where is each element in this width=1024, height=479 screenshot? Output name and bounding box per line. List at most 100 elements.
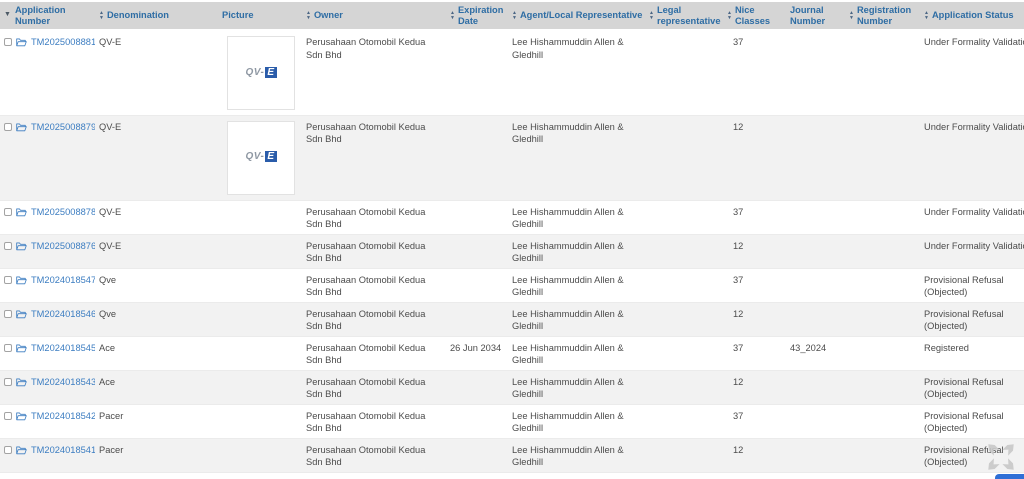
folder-open-icon[interactable]: [16, 309, 27, 319]
nice-classes-cell: 37: [723, 404, 778, 438]
denomination-cell: Pacer: [95, 404, 218, 438]
column-header-nice_classes[interactable]: Nice Classes: [723, 2, 778, 30]
sort-icon[interactable]: [649, 11, 654, 20]
application-number-cell: TM2025008878: [0, 200, 95, 234]
application-number-link[interactable]: TM2025008881: [31, 36, 95, 49]
registration-number-cell: [845, 30, 920, 115]
application-status-cell: Registered: [920, 336, 1024, 370]
journal-number-cell: [778, 370, 845, 404]
denomination-cell: QV-E: [95, 30, 218, 115]
sort-icon[interactable]: [450, 11, 455, 20]
sort-icon[interactable]: [99, 11, 104, 20]
row-checkbox[interactable]: [4, 38, 12, 46]
row-checkbox[interactable]: [4, 208, 12, 216]
application-number-link[interactable]: TM2025008876: [31, 240, 95, 253]
table-header: Application Number Denomination Picture …: [0, 2, 1024, 30]
picture-cell: [218, 438, 302, 472]
owner-cell: Perusahaan Otomobil Kedua Sdn Bhd: [302, 115, 446, 200]
denomination-cell: Qve: [95, 268, 218, 302]
folder-open-icon[interactable]: [16, 343, 27, 353]
sort-icon[interactable]: [727, 11, 732, 20]
journal-number-cell: [778, 234, 845, 268]
trademark-logo-text: QV-E: [245, 151, 276, 164]
column-header-application_number[interactable]: Application Number: [0, 2, 95, 30]
row-checkbox[interactable]: [4, 446, 12, 454]
sort-icon[interactable]: [924, 11, 929, 20]
journal-number-cell: [778, 268, 845, 302]
folder-open-icon[interactable]: [16, 37, 27, 47]
journal-number-cell: [778, 115, 845, 200]
agent-cell: Lee Hishammuddin Allen & Gledhill: [508, 438, 645, 472]
application-number-link[interactable]: TM2024018541: [31, 444, 95, 457]
application-status-cell: Under Formality Validation: [920, 115, 1024, 200]
table-row: TM2024018546 Qve Perusahaan Otomobil Ked…: [0, 302, 1024, 336]
application-number-cell: TM2024018547: [0, 268, 95, 302]
nice-classes-cell: 12: [723, 302, 778, 336]
application-number-link[interactable]: TM2025008879: [31, 121, 95, 134]
column-header-label: Agent/Local Representative: [520, 10, 642, 21]
row-checkbox[interactable]: [4, 310, 12, 318]
column-header-application_status[interactable]: Application Status: [920, 2, 1024, 30]
expiration-date-cell: [446, 404, 508, 438]
row-checkbox[interactable]: [4, 378, 12, 386]
registration-number-cell: [845, 370, 920, 404]
row-checkbox[interactable]: [4, 123, 12, 131]
application-number-link[interactable]: TM2024018546: [31, 308, 95, 321]
folder-open-icon[interactable]: [16, 241, 27, 251]
agent-cell: Lee Hishammuddin Allen & Gledhill: [508, 115, 645, 200]
denomination-cell: Qve: [95, 302, 218, 336]
application-number-link[interactable]: TM2024018547: [31, 274, 95, 287]
sort-icon[interactable]: [849, 11, 854, 20]
column-header-label: Expiration Date: [458, 5, 503, 27]
application-number-link[interactable]: TM2024018545: [31, 342, 95, 355]
application-number-cell: TM2024018545: [0, 336, 95, 370]
legal-representative-cell: [645, 200, 723, 234]
row-checkbox[interactable]: [4, 242, 12, 250]
folder-open-icon[interactable]: [16, 275, 27, 285]
legal-representative-cell: [645, 404, 723, 438]
column-header-registration_number[interactable]: Registration Number: [845, 2, 920, 30]
registration-number-cell: [845, 438, 920, 472]
column-header-agent[interactable]: Agent/Local Representative: [508, 2, 645, 30]
sort-icon[interactable]: [306, 11, 311, 20]
registration-number-cell: [845, 200, 920, 234]
application-number-link[interactable]: TM2024018542: [31, 410, 95, 423]
column-header-journal_number[interactable]: Journal Number: [778, 2, 845, 30]
picture-cell: QV-E: [218, 115, 302, 200]
trademark-image[interactable]: QV-E: [227, 121, 295, 195]
folder-open-icon[interactable]: [16, 122, 27, 132]
sort-icon[interactable]: [4, 13, 11, 18]
application-number-cell: TM2024018542: [0, 404, 95, 438]
expiration-date-cell: [446, 302, 508, 336]
table-row: TM2025008881 QV-E QV-E Perusahaan Otomob…: [0, 30, 1024, 115]
owner-cell: Perusahaan Otomobil Kedua Sdn Bhd: [302, 438, 446, 472]
denomination-cell: QV-E: [95, 200, 218, 234]
column-header-denomination[interactable]: Denomination: [95, 2, 218, 30]
picture-cell: [218, 234, 302, 268]
column-header-expiration_date[interactable]: Expiration Date: [446, 2, 508, 30]
column-header-legal_representative[interactable]: Legal representative: [645, 2, 723, 30]
trademark-image[interactable]: QV-E: [227, 36, 295, 110]
picture-cell: QV-E: [218, 30, 302, 115]
folder-open-icon[interactable]: [16, 377, 27, 387]
journal-number-cell: [778, 302, 845, 336]
table-row: TM2024018543 Ace Perusahaan Otomobil Ked…: [0, 370, 1024, 404]
journal-number-cell: [778, 404, 845, 438]
application-status-cell: Provisional Refusal (Objected): [920, 370, 1024, 404]
denomination-cell: Ace: [95, 370, 218, 404]
folder-open-icon[interactable]: [16, 411, 27, 421]
row-checkbox[interactable]: [4, 344, 12, 352]
column-header-picture[interactable]: Picture: [218, 2, 302, 30]
folder-open-icon[interactable]: [16, 207, 27, 217]
column-header-owner[interactable]: Owner: [302, 2, 446, 30]
row-checkbox[interactable]: [4, 276, 12, 284]
sort-icon[interactable]: [512, 11, 517, 20]
nice-classes-cell: 12: [723, 370, 778, 404]
row-checkbox[interactable]: [4, 412, 12, 420]
bottom-corner-button[interactable]: [995, 474, 1024, 479]
application-number-link[interactable]: TM2024018543: [31, 376, 95, 389]
application-number-link[interactable]: TM2025008878: [31, 206, 95, 219]
table-row: TM2024018541 Pacer Perusahaan Otomobil K…: [0, 438, 1024, 472]
folder-open-icon[interactable]: [16, 445, 27, 455]
expiration-date-cell: [446, 200, 508, 234]
